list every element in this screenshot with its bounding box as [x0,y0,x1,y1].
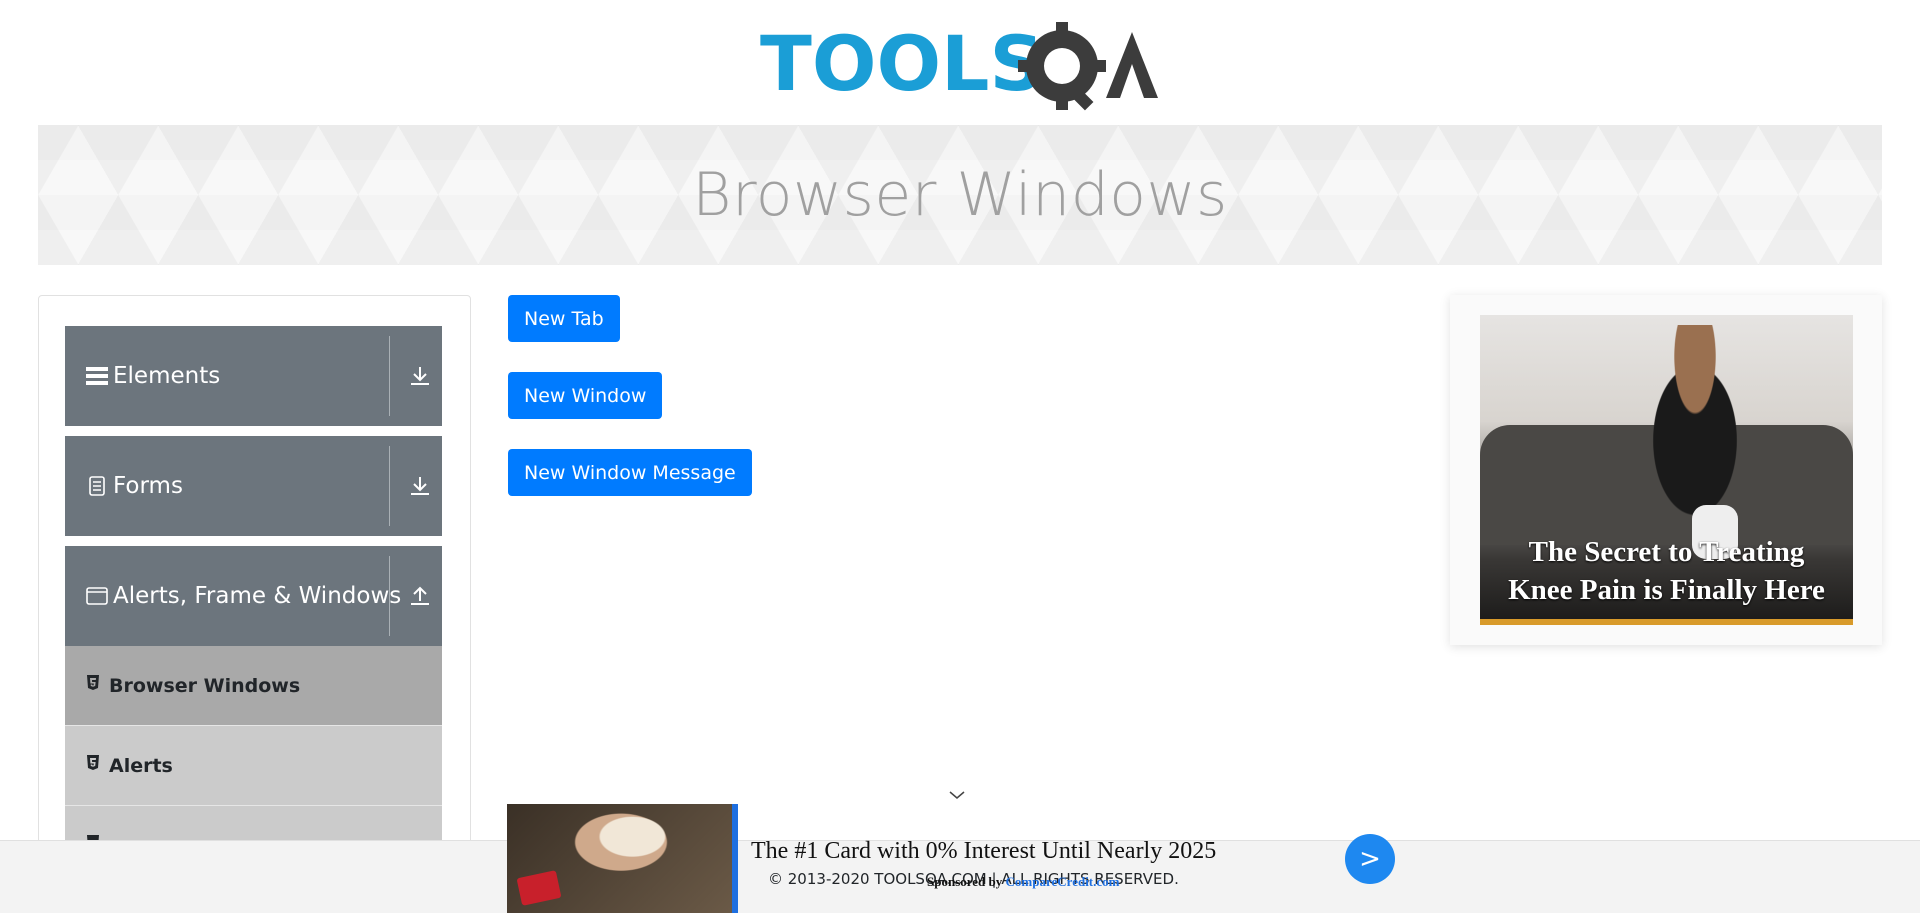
ad-caption-line1: The Secret to Treating [1528,536,1805,568]
chevron-down-icon[interactable] [948,788,966,802]
left-sidebar: Elements Forms Alerts, Frame & Windows B… [38,295,471,913]
new-window-message-button[interactable]: New Window Message [508,449,752,496]
sidebar-group-label: Forms [113,473,183,499]
html5-icon [83,751,103,775]
logo-graphic: TOOLS [760,19,1158,111]
ad-sponsor-name[interactable]: CompareCredit.com [1006,874,1120,889]
sidebar-group-label: Alerts, Frame & Windows [113,583,402,609]
hamburger-icon [85,364,109,388]
sidebar-item-label: Browser Windows [109,674,301,697]
page-banner: Browser Windows [38,125,1882,265]
ad-sponsored-prefix: Sponsored by [927,874,1003,889]
sidebar-item-alerts[interactable]: Alerts [65,726,442,806]
divider [389,446,390,526]
page-title: Browser Windows [692,160,1228,230]
ad-image-person [1630,325,1760,535]
ad-caption: The Secret to Treating Knee Pain is Fina… [1480,533,1853,609]
logo-text-tools: TOOLS [760,19,1044,108]
download-arrow-icon[interactable] [408,362,432,390]
document-icon [85,474,109,498]
ad-headline[interactable]: The #1 Card with 0% Interest Until Nearl… [751,838,1216,865]
ad-go-button[interactable]: > [1345,834,1395,884]
new-tab-button[interactable]: New Tab [508,295,620,342]
ad-image[interactable]: The Secret to Treating Knee Pain is Fina… [1480,315,1853,625]
ad-accent-bar [732,804,738,913]
bottom-advertisement[interactable]: The #1 Card with 0% Interest Until Nearl… [507,804,1397,913]
html5-icon [83,671,103,695]
sidebar-group-elements[interactable]: Elements [65,326,442,426]
right-advertisement[interactable]: The Secret to Treating Knee Pain is Fina… [1450,295,1882,645]
sidebar-group-alerts-frame-windows[interactable]: Alerts, Frame & Windows [65,546,442,646]
window-icon [85,584,109,608]
toolsqa-logo[interactable]: TOOLS [760,18,1164,114]
new-window-button[interactable]: New Window [508,372,663,419]
upload-arrow-icon[interactable] [408,582,432,610]
sidebar-group-label: Elements [113,363,221,389]
sidebar-item-browser-windows[interactable]: Browser Windows [65,646,442,726]
divider [389,556,390,636]
download-arrow-icon[interactable] [408,472,432,500]
divider [389,336,390,416]
ad-sponsor: Sponsored by CompareCredit.com [927,874,1119,890]
logo-letter-a [1106,32,1158,98]
sidebar-group-forms[interactable]: Forms [65,436,442,536]
sidebar-item-label: Alerts [109,754,173,777]
ad-caption-line2: Knee Pain is Finally Here [1508,574,1825,606]
